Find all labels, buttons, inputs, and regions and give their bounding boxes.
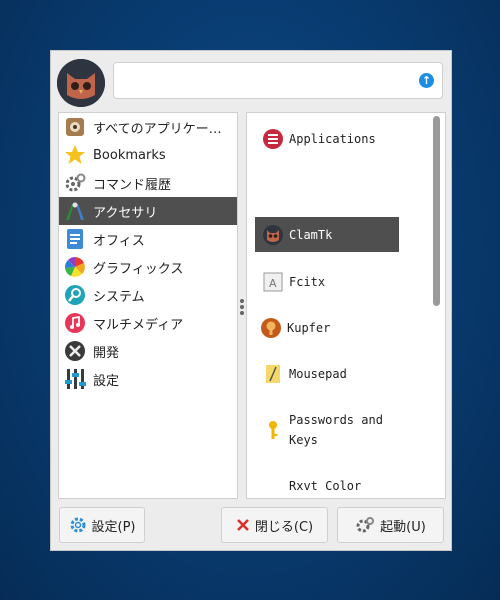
tools-icon [64, 340, 86, 362]
category-label: 設定 [93, 373, 120, 389]
app-label: Fcitx [289, 275, 326, 289]
launch-button-label: 起動(U) [380, 519, 426, 535]
key-icon [261, 418, 285, 442]
clamtk-icon [261, 223, 285, 247]
close-button[interactable]: 閉じる(C) [221, 507, 328, 543]
category-label: オフィス [93, 233, 145, 249]
app-label: ClamTk [289, 227, 333, 242]
search-go-icon[interactable]: ↑ [419, 73, 434, 88]
category-label: マルチメディア [93, 317, 184, 333]
sliders-icon [64, 368, 86, 390]
user-avatar[interactable] [57, 59, 105, 107]
app-label: Passwords and Keys [289, 413, 383, 447]
owl-avatar-icon [57, 59, 105, 107]
app-label: Applications [289, 132, 376, 146]
terminal-icon: rxvt~$ _ [261, 494, 285, 498]
magnifier-icon [64, 284, 86, 306]
settings-button[interactable]: 設定(P) [59, 507, 145, 543]
category-office[interactable]: オフィス [59, 225, 237, 253]
search-field[interactable]: ↑ [113, 62, 443, 99]
app-menu-window: ↑ すべてのアプリケー… Bookmarks コマンド履歴 アクセサリ オフィス… [50, 50, 452, 551]
category-settings[interactable]: 設定 [59, 365, 237, 393]
svg-text:A: A [269, 277, 277, 290]
app-clamtk[interactable]: ClamTk [255, 217, 399, 252]
music-note-icon [64, 312, 86, 334]
app-kupfer[interactable]: Kupfer [253, 316, 397, 340]
gear-icon [69, 516, 87, 534]
gears-icon [355, 516, 375, 534]
app-fcitx[interactable]: A Fcitx [255, 270, 399, 294]
gears-icon [64, 172, 86, 194]
app-rxvt-unicode-terminal[interactable]: rxvt~$ _ Rxvt Color Unicode Terminal [255, 474, 399, 498]
search-input[interactable] [114, 63, 420, 96]
category-bookmarks[interactable]: Bookmarks [59, 141, 237, 169]
app-label: Rxvt Color Unicode Terminal [289, 479, 362, 493]
category-system[interactable]: システム [59, 281, 237, 309]
star-icon [64, 144, 86, 166]
pane-resize-handle[interactable] [238, 297, 246, 319]
scrollbar-thumb[interactable] [433, 116, 440, 306]
category-label: 開発 [93, 345, 120, 361]
settings-button-label: 設定(P) [91, 519, 136, 535]
accessories-icon [64, 200, 86, 222]
category-label: すべてのアプリケー… [93, 121, 222, 137]
launch-button[interactable]: 起動(U) [337, 507, 444, 543]
category-label: アクセサリ [93, 205, 158, 221]
office-icon [64, 228, 86, 250]
mousepad-icon [261, 362, 285, 386]
category-multimedia[interactable]: マルチメディア [59, 309, 237, 337]
applications-icon [261, 127, 285, 151]
category-all-applications[interactable]: すべてのアプリケー… [59, 113, 237, 141]
kupfer-icon [259, 316, 283, 340]
category-command-history[interactable]: コマンド履歴 [59, 169, 237, 197]
fcitx-icon: A [261, 270, 285, 294]
app-passwords-and-keys[interactable]: Passwords and Keys [255, 408, 399, 452]
close-icon [236, 518, 250, 532]
app-mousepad[interactable]: Mousepad [255, 362, 399, 386]
category-label: グラフィックス [93, 261, 184, 277]
category-accessories[interactable]: アクセサリ [59, 197, 237, 225]
close-button-label: 閉じる(C) [254, 519, 314, 535]
category-label: Bookmarks [93, 147, 166, 163]
category-development[interactable]: 開発 [59, 337, 237, 365]
category-label: システム [93, 289, 145, 305]
category-list: すべてのアプリケー… Bookmarks コマンド履歴 アクセサリ オフィス グ… [58, 112, 238, 499]
category-label: コマンド履歴 [93, 177, 172, 193]
app-label: Mousepad [289, 367, 347, 381]
application-list: Applications ClamTk A Fcitx Kupfer Mouse… [246, 112, 446, 499]
app-label: Kupfer [287, 321, 331, 335]
app-list-scrollbar[interactable] [428, 112, 446, 499]
all-apps-icon [64, 116, 86, 138]
color-wheel-icon [64, 256, 86, 278]
app-applications[interactable]: Applications [255, 127, 399, 151]
category-graphics[interactable]: グラフィックス [59, 253, 237, 281]
